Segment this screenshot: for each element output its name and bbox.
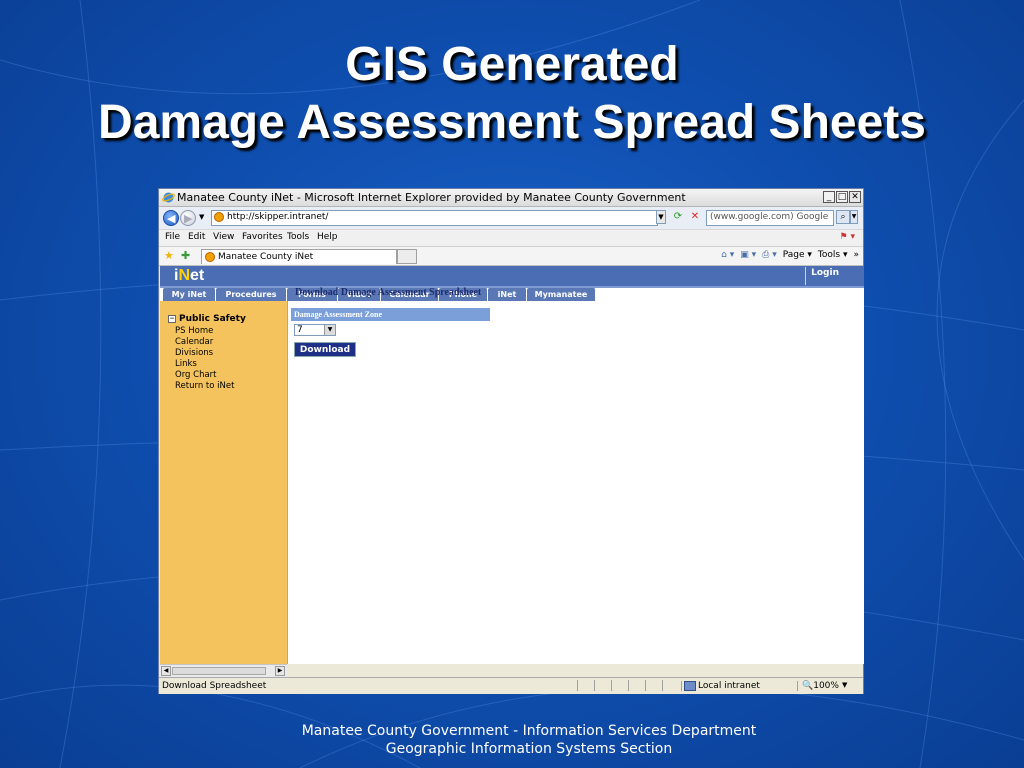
menu-tools[interactable]: Tools xyxy=(287,232,309,242)
search-icon[interactable]: ⌕ xyxy=(836,210,850,224)
refresh-button[interactable]: ⟳ xyxy=(671,211,685,224)
search-placeholder: (www.google.com) Google xyxy=(710,212,829,222)
nav-mymanatee[interactable]: Mymanatee xyxy=(527,288,596,301)
scroll-right-icon[interactable]: ▶ xyxy=(275,666,285,676)
slide-title: GIS Generated Damage Assessment Spread S… xyxy=(0,36,1024,152)
sidebar-item-divisions[interactable]: Divisions xyxy=(175,348,234,359)
zone-value: 7 xyxy=(297,325,303,335)
history-dropdown[interactable]: ▼ xyxy=(199,213,204,221)
menu-bar: File Edit View Favorites Tools Help ⚑ ▾ xyxy=(159,229,863,246)
sidebar-item-calendar[interactable]: Calendar xyxy=(175,337,234,348)
address-input[interactable]: http://skipper.intranet/ xyxy=(211,210,658,226)
sidebar-item-org-chart[interactable]: Org Chart xyxy=(175,370,234,381)
download-button[interactable]: Download xyxy=(294,342,356,357)
internet-explorer-icon xyxy=(162,192,175,203)
horizontal-scrollbar[interactable]: ◀ ▶ xyxy=(160,664,287,677)
sidebar-links: PS Home Calendar Divisions Links Org Cha… xyxy=(175,326,234,392)
collapse-icon[interactable]: − xyxy=(168,315,176,323)
footer-line2: Geographic Information Systems Section xyxy=(385,741,673,757)
logo-n: N xyxy=(178,267,191,284)
tab-title: Manatee County iNet xyxy=(218,252,314,262)
security-zone[interactable]: Local intranet xyxy=(681,681,760,691)
zone-select[interactable]: 7 ▼ xyxy=(294,324,336,336)
sidebar-item-ps-home[interactable]: PS Home xyxy=(175,326,234,337)
feeds-icon[interactable]: ▣ ▾ xyxy=(740,250,756,260)
sidebar-item-return-to-inet[interactable]: Return to iNet xyxy=(175,381,234,392)
chevron-down-icon[interactable]: ▼ xyxy=(324,325,335,335)
slide-title-line2: Damage Assessment Spread Sheets xyxy=(98,96,926,149)
title-bar: Manatee County iNet - Microsoft Internet… xyxy=(159,189,863,207)
add-favorite-icon[interactable]: ✚ xyxy=(181,249,190,262)
zoom-dropdown[interactable]: ▼ xyxy=(842,681,847,689)
zone-label: Damage Assessment Zone xyxy=(291,308,490,321)
forward-button[interactable]: ▶ xyxy=(180,210,196,226)
zoom-level[interactable]: 🔍100% xyxy=(797,681,839,691)
inet-logo[interactable]: iNet xyxy=(174,267,204,285)
stop-button[interactable]: ✕ xyxy=(689,211,701,223)
page-content: iNet Login My iNet Procedures Forms Vide… xyxy=(160,266,864,664)
menu-file[interactable]: File xyxy=(165,232,180,242)
nav-inet[interactable]: iNet xyxy=(488,288,527,301)
browser-window: Manatee County iNet - Microsoft Internet… xyxy=(158,188,864,694)
sidebar-section-label: Public Safety xyxy=(179,314,246,324)
favorites-star-icon[interactable]: ★ xyxy=(164,249,174,262)
forward-arrow-icon: ▶ xyxy=(184,212,193,225)
page-icon xyxy=(214,212,224,222)
print-icon[interactable]: ⎙ ▾ xyxy=(762,250,777,260)
menu-help[interactable]: Help xyxy=(317,232,338,242)
maximize-button[interactable]: □ xyxy=(836,191,848,203)
site-header: iNet Login xyxy=(160,266,864,286)
sidebar-item-links[interactable]: Links xyxy=(175,359,234,370)
logo-et: et xyxy=(190,267,205,284)
toolbar-addon-icon[interactable]: ⚑ ▾ xyxy=(840,232,855,242)
nav-my-inet[interactable]: My iNet xyxy=(163,288,216,301)
menu-view[interactable]: View xyxy=(213,232,234,242)
status-text: Download Spreadsheet xyxy=(162,681,267,691)
new-tab-button[interactable] xyxy=(397,249,417,264)
sidebar: − Public Safety PS Home Calendar Division… xyxy=(160,301,288,664)
favorites-bar: ★ ✚ Manatee County iNet ⌂ ▾ ▣ ▾ ⎙ ▾ Page… xyxy=(159,246,863,266)
page-menu-label: Page xyxy=(782,250,805,260)
login-link[interactable]: Login xyxy=(805,267,839,285)
tools-menu[interactable]: Tools ▾ xyxy=(818,250,848,260)
page-title: Download Damage Assessment Spreadsheet xyxy=(295,287,482,298)
search-input[interactable]: (www.google.com) Google xyxy=(706,210,834,226)
window-controls: _ □ ✕ xyxy=(823,191,861,203)
scroll-left-icon[interactable]: ◀ xyxy=(161,666,171,676)
scroll-thumb[interactable] xyxy=(172,667,266,675)
home-icon[interactable]: ⌂ ▾ xyxy=(721,250,734,260)
tools-menu-label: Tools xyxy=(817,250,841,260)
minimize-button[interactable]: _ xyxy=(823,191,835,203)
intranet-icon xyxy=(684,681,696,691)
security-zone-label: Local intranet xyxy=(698,681,760,691)
status-bar: Download Spreadsheet Local intranet 🔍100… xyxy=(159,677,863,694)
slide-footer: Manatee County Government - Information … xyxy=(229,722,829,758)
sidebar-section[interactable]: − Public Safety xyxy=(168,314,246,324)
slide-title-line1: GIS Generated xyxy=(345,38,679,91)
chevron-more-icon[interactable]: » xyxy=(853,250,859,260)
status-cells xyxy=(577,680,679,691)
address-toolbar: ◀ ▶ ▼ http://skipper.intranet/ ▼ ⟳ ✕ (ww… xyxy=(159,207,863,229)
menu-edit[interactable]: Edit xyxy=(188,232,205,242)
browser-tab[interactable]: Manatee County iNet xyxy=(201,249,397,264)
tab-page-icon xyxy=(205,252,215,262)
footer-line1: Manatee County Government - Information … xyxy=(301,723,757,739)
zoom-value: 100% xyxy=(813,681,839,691)
command-bar: ⌂ ▾ ▣ ▾ ⎙ ▾ Page ▾ Tools ▾ » xyxy=(721,250,859,260)
nav-procedures[interactable]: Procedures xyxy=(216,288,287,301)
back-button[interactable]: ◀ xyxy=(163,210,179,226)
page-menu[interactable]: Page ▾ xyxy=(783,250,812,260)
menu-favorites[interactable]: Favorites xyxy=(242,232,283,242)
address-text: http://skipper.intranet/ xyxy=(227,212,329,222)
back-arrow-icon: ◀ xyxy=(167,212,176,225)
address-dropdown[interactable]: ▼ xyxy=(656,210,666,224)
search-dropdown[interactable]: ▼ xyxy=(850,210,858,224)
close-button[interactable]: ✕ xyxy=(849,191,861,203)
window-title: Manatee County iNet - Microsoft Internet… xyxy=(177,191,686,204)
